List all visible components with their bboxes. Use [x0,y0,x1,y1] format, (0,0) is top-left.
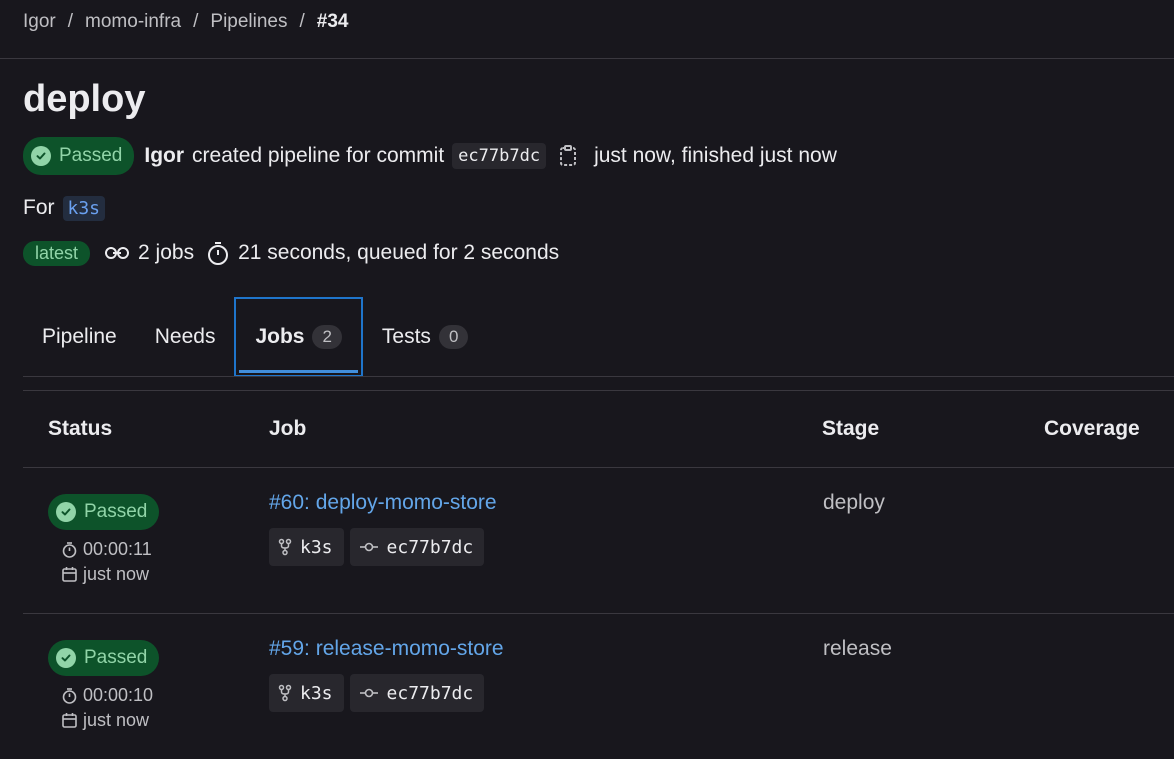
job-finished-value: just now [83,710,150,730]
page-title: deploy [23,78,146,120]
breadcrumb: Igor / momo-infra / Pipelines / #34 [23,8,348,36]
commit-icon [359,688,378,698]
ref-link[interactable]: k3s [62,195,106,221]
job-stage: deploy [823,491,885,514]
copy-icon[interactable] [558,144,580,168]
check-circle-icon [56,502,76,522]
job-link[interactable]: #60: deploy-momo-store [269,491,497,515]
branch-chip[interactable]: k3s [269,674,344,712]
jobs-table-header: Status Job Stage Coverage [23,390,1174,468]
latest-badge: latest [23,240,91,266]
status-badge-label: Passed [84,647,148,668]
job-finished-value: just now [83,564,150,584]
branch-name: k3s [300,536,333,558]
jobs-count-text: 2 jobs [138,241,195,264]
job-finished: just now [61,564,149,585]
job-chips: k3s ec77b7dc [269,528,485,566]
tab-jobs[interactable]: Jobs 2 [234,297,363,377]
job-duration-value: 00:00:10 [83,685,154,705]
timer-icon [62,688,77,704]
duration-text: 21 seconds, queued for 2 seconds [238,241,560,264]
commit-sha: ec77b7dc [386,682,474,704]
pipeline-jobs-icon [105,247,130,259]
job-duration-value: 00:00:11 [83,539,152,559]
tab-count-badge: 2 [312,325,342,349]
calendar-icon [62,567,77,582]
status-badge[interactable]: Passed [48,640,160,676]
timer-icon [62,542,77,558]
status-badge-label: Passed [59,145,123,166]
breadcrumb-current[interactable]: #34 [317,11,349,33]
status-badge[interactable]: Passed [23,137,135,175]
tab-label: Needs [154,325,216,348]
commit-chip[interactable]: ec77b7dc [349,528,485,566]
job-duration: 00:00:11 [61,539,152,560]
tab-label: Jobs [255,325,305,348]
pipeline-meta-line: latest 2 jobs 21 seconds, queued for 2 s… [23,238,559,268]
tab-label: Pipeline [42,325,117,348]
column-header-job: Job [269,417,307,440]
pipeline-created-text: created pipeline for commit [192,144,445,167]
timer-icon [208,242,229,265]
check-circle-icon [56,648,76,668]
tab-count-badge: 0 [438,325,469,349]
branch-chip[interactable]: k3s [269,528,344,566]
column-header-coverage: Coverage [1044,417,1140,440]
breadcrumb-separator: / [67,11,74,32]
column-header-status: Status [48,417,113,440]
tab-pipeline[interactable]: Pipeline [23,297,136,377]
branch-icon [278,684,292,702]
pipeline-ref-line: For k3s [23,194,106,222]
job-chips: k3s ec77b7dc [269,674,485,712]
pipeline-status-line: Passed Igor created pipeline for commit … [23,137,837,175]
divider [23,376,1174,377]
check-circle-icon [31,146,51,166]
job-finished: just now [61,710,149,731]
tab-tests[interactable]: Tests 0 [363,297,487,377]
for-label: For [23,196,55,219]
breadcrumb-pipelines[interactable]: Pipelines [210,11,287,33]
job-stage: release [823,637,892,660]
table-row: Passed 00:00:11 just now #60: deploy-mom… [23,467,1174,614]
pipeline-tabs: Pipeline Needs Jobs 2 Tests 0 [23,297,487,377]
table-row: Passed 00:00:10 just now #59: release-mo… [23,613,1174,759]
calendar-icon [62,713,77,728]
tab-needs[interactable]: Needs [136,297,235,377]
commit-icon [359,542,378,552]
status-badge-label: Passed [84,501,148,522]
commit-chip[interactable]: ec77b7dc [349,674,485,712]
job-duration: 00:00:10 [61,685,153,706]
breadcrumb-user[interactable]: Igor [23,11,56,33]
pipeline-author[interactable]: Igor [144,144,184,168]
breadcrumb-project[interactable]: momo-infra [85,11,181,33]
commit-sha[interactable]: ec77b7dc [452,143,547,169]
branch-name: k3s [300,682,333,704]
pipeline-time-text: just now, finished just now [594,144,837,167]
divider [0,58,1174,59]
breadcrumb-separator: / [299,11,305,32]
status-badge[interactable]: Passed [48,494,160,530]
job-link[interactable]: #59: release-momo-store [269,637,504,661]
commit-sha: ec77b7dc [386,536,474,558]
branch-icon [278,538,292,556]
breadcrumb-separator: / [193,11,199,32]
column-header-stage: Stage [822,417,880,440]
tab-label: Tests [381,325,431,348]
